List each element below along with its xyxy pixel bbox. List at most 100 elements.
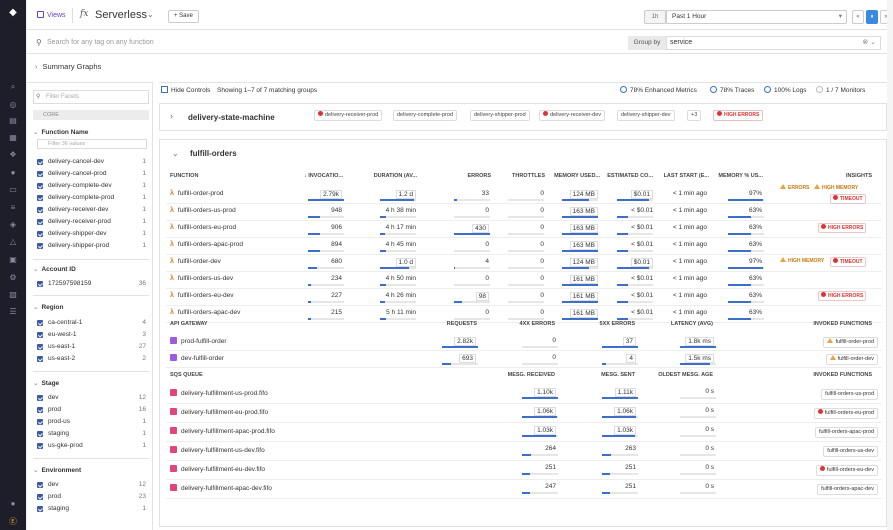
save-button[interactable]: + Save xyxy=(168,10,199,23)
search-icon[interactable]: ⌕ xyxy=(8,82,18,92)
function-row[interactable]: λ fulfill-orders-us-prod 948 4 h 38 min 0 0 16… xyxy=(166,204,882,221)
state-machine-tag[interactable]: delivery-receiver-dev xyxy=(539,110,606,121)
function-name-cell[interactable]: λ fulfill-orders-eu-dev xyxy=(170,292,234,299)
core-section-label[interactable]: CORE xyxy=(33,110,149,120)
notebook-icon[interactable]: ▭ xyxy=(8,185,18,195)
facet-item[interactable]: prod 23 xyxy=(37,492,150,502)
traces-indicator[interactable]: 78% Traces xyxy=(710,86,754,96)
insight-badge[interactable]: HIGH ERRORS xyxy=(818,223,867,233)
facet-item[interactable]: staging 1 xyxy=(37,429,150,439)
views-button[interactable]: Views xyxy=(31,8,73,23)
facet-environment-header[interactable]: ⌄ Environment xyxy=(33,466,81,474)
column-header[interactable]: INVOKED FUNCTIONS xyxy=(802,372,872,378)
queue-name-cell[interactable]: delivery-fulfillment-apac-dev.fifo xyxy=(170,484,272,492)
dog-logo-icon[interactable]: ◆ xyxy=(8,8,18,18)
state-machine-tag[interactable]: delivery-receiver-prod xyxy=(314,110,383,121)
function-row[interactable]: λ fulfill-order-dev 680 1.0 d 4 0 124 MB $0.01 <… xyxy=(166,255,882,272)
insight-badge[interactable]: HIGH ERRORS xyxy=(818,291,867,301)
facet-function_name-filter[interactable]: Filter 36 values xyxy=(37,139,147,149)
column-header[interactable]: ↓ INVOCATIO... xyxy=(283,173,343,179)
checkbox[interactable] xyxy=(37,159,43,165)
column-header[interactable]: ESTIMATED CO... xyxy=(598,173,653,179)
function-row[interactable]: λ fulfill-orders-us-dev 234 4 h 50 min 0 0 161… xyxy=(166,272,882,289)
facet-account_id-header[interactable]: ⌄ Account ID xyxy=(33,265,76,273)
queue-row[interactable]: delivery-fulfillment-eu-dev.fifo 251 251 0 … xyxy=(166,461,882,480)
facet-item[interactable]: delivery-shipper-prod 1 xyxy=(37,241,150,251)
column-header[interactable]: INVOKED FUNCTIONS xyxy=(802,321,872,327)
apm-icon[interactable]: ● xyxy=(8,168,18,178)
rewind-button[interactable]: « xyxy=(852,10,864,24)
logs-icon[interactable]: ≡ xyxy=(8,203,18,213)
queue-row[interactable]: delivery-fulfillment-apac-prod.fifo 1.03k… xyxy=(166,423,882,442)
api-name-cell[interactable]: prod-fulfill-order xyxy=(170,337,227,345)
function-row[interactable]: λ fulfill-order-prod 2.79k 1.2 d 33 0 124 MB $0… xyxy=(166,184,882,204)
queue-name-cell[interactable]: delivery-fulfillment-apac-prod.fifo xyxy=(170,427,275,435)
rum-icon[interactable]: ▣ xyxy=(8,255,18,265)
insight-badge[interactable]: ERRORS xyxy=(780,184,809,191)
facet-stage-header[interactable]: ⌄ Stage xyxy=(33,379,59,387)
integrations-icon[interactable]: ▧ xyxy=(8,290,18,300)
checkbox[interactable] xyxy=(37,443,43,449)
checkbox[interactable] xyxy=(37,281,43,287)
chevron-down-icon[interactable]: ⌄ xyxy=(147,10,154,19)
facet-item[interactable]: delivery-cancel-prod 1 xyxy=(37,169,150,179)
invoked-function-tag[interactable]: fulfill-orders-apac-dev xyxy=(817,484,878,495)
facet-item[interactable]: delivery-cancel-dev 1 xyxy=(37,157,150,167)
binoculars-icon[interactable]: ◎ xyxy=(8,100,18,110)
column-header[interactable]: 5XX ERRORS xyxy=(585,321,635,327)
function-name-cell[interactable]: λ fulfill-orders-us-prod xyxy=(170,207,236,214)
facet-item[interactable]: staging 1 xyxy=(37,504,150,514)
monitors-indicator[interactable]: 1 / 7 Monitors xyxy=(816,86,865,96)
time-preset-button[interactable]: 1h xyxy=(644,10,666,24)
scrollbar[interactable] xyxy=(887,0,893,530)
synthetics-icon[interactable]: △ xyxy=(8,237,18,247)
logs-indicator[interactable]: 100% Logs xyxy=(764,86,807,96)
checkbox[interactable] xyxy=(37,431,43,437)
checkbox[interactable] xyxy=(37,494,43,500)
enhanced-metrics-indicator[interactable]: 78% Enhanced Metrics xyxy=(620,86,697,96)
clear-icon[interactable]: ⊗ ⌄ xyxy=(862,37,876,49)
grid-icon[interactable]: ▦ xyxy=(8,133,18,143)
high-errors-badge[interactable]: HIGH ERRORS xyxy=(713,110,764,121)
column-header[interactable]: 4XX ERRORS xyxy=(505,321,555,327)
column-header[interactable]: FUNCTION xyxy=(170,173,198,179)
api-row[interactable]: dev-fulfill-order 693 0 4 1.5k ms fulfill-ord… xyxy=(166,351,882,368)
help-icon[interactable]: Ⓔ xyxy=(8,517,18,527)
checkbox[interactable] xyxy=(37,332,43,338)
invoked-function-tag[interactable]: fulfill-orders-apac-prod xyxy=(814,427,878,438)
checkbox[interactable] xyxy=(37,395,43,401)
facet-item[interactable]: us-gke-prod 1 xyxy=(37,441,150,451)
facet-region-header[interactable]: ⌄ Region xyxy=(33,303,63,311)
facet-item[interactable]: 172597598159 36 xyxy=(37,279,150,289)
checkbox[interactable] xyxy=(37,419,43,425)
chat-icon[interactable]: ● xyxy=(8,499,18,509)
column-header[interactable]: MESG. SENT xyxy=(585,372,635,378)
column-header[interactable]: SQS QUEUE xyxy=(170,372,203,378)
api-row[interactable]: prod-fulfill-order 2.82k 0 37 1.8k ms fulfill… xyxy=(166,334,882,351)
hide-controls-button[interactable]: Hide Controls xyxy=(161,86,210,96)
state-machine-tag[interactable]: delivery-complete-prod xyxy=(393,110,457,121)
column-header[interactable]: API GATEWAY xyxy=(170,321,208,327)
invoked-function-tag[interactable]: fulfill-orders-eu-dev xyxy=(815,465,878,476)
group-by-input[interactable]: service ⊗ ⌄ xyxy=(666,36,881,50)
plug-icon[interactable]: ☰ xyxy=(8,307,18,317)
queue-row[interactable]: delivery-fulfillment-us-prod.fifo 1.10k 1.… xyxy=(166,385,882,404)
checkbox[interactable] xyxy=(37,183,43,189)
facet-item[interactable]: prod-us 1 xyxy=(37,417,150,427)
checkbox[interactable] xyxy=(37,482,43,488)
column-header[interactable]: MEMORY USED... xyxy=(545,173,600,179)
checkbox[interactable] xyxy=(37,243,43,249)
facet-item[interactable]: delivery-shipper-dev 1 xyxy=(37,229,150,239)
state-machine-group[interactable]: › delivery-state-machine delivery-receiv… xyxy=(159,103,887,131)
invoked-function-tag[interactable]: fulfill-order-dev xyxy=(825,354,878,365)
queue-name-cell[interactable]: delivery-fulfillment-eu-prod.fifo xyxy=(170,408,268,416)
checkbox[interactable] xyxy=(37,207,43,213)
checkbox[interactable] xyxy=(37,171,43,177)
column-header[interactable]: MEMORY % US... xyxy=(708,173,763,179)
facet-item[interactable]: eu-west-1 3 xyxy=(37,330,150,340)
checkbox[interactable] xyxy=(37,356,43,362)
checkbox[interactable] xyxy=(37,407,43,413)
time-range-select[interactable]: Past 1 Hour ▾ xyxy=(666,10,847,24)
facet-item[interactable]: ca-central-1 4 xyxy=(37,318,150,328)
infrastructure-icon[interactable]: ❖ xyxy=(8,150,18,160)
